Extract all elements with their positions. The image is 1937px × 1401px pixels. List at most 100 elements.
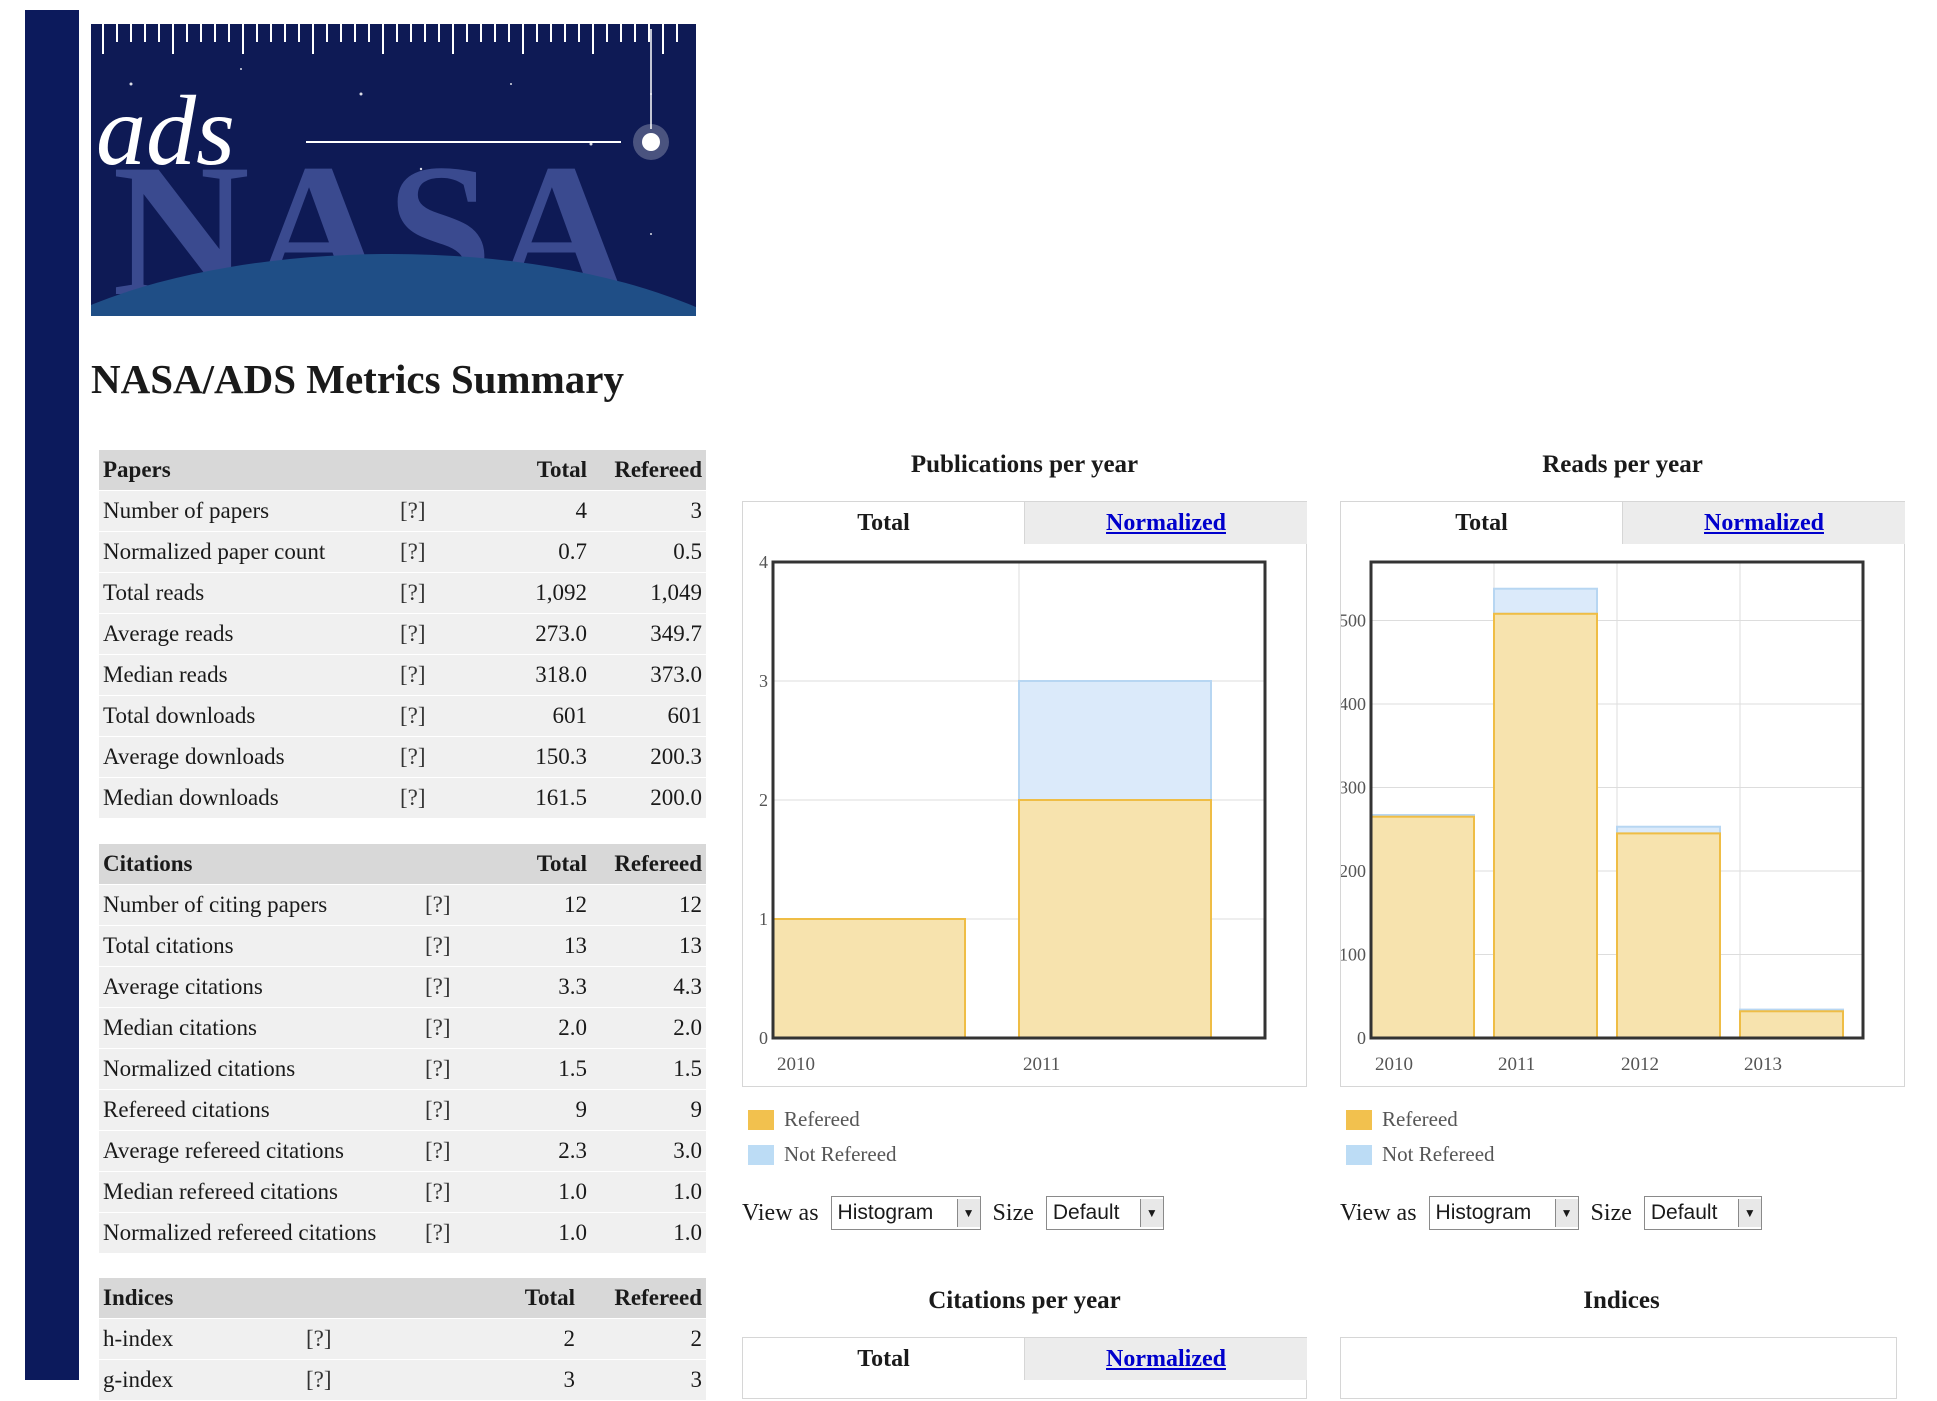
y-tick-label: 200 bbox=[1341, 861, 1366, 881]
refereed-value: 12 bbox=[591, 884, 706, 926]
x-tick-label: 2010 bbox=[1375, 1054, 1413, 1075]
normalized-link[interactable]: Normalized bbox=[1704, 510, 1824, 536]
reads-chart: 2010 2011 2012 2013 0 100 200 300 400 500 bbox=[1341, 560, 1865, 1075]
help-link[interactable]: [?] bbox=[421, 925, 531, 967]
indices-chart-title: Indices bbox=[1583, 1287, 1660, 1314]
refereed-value: 200.0 bbox=[591, 777, 706, 819]
refereed-value: 1.0 bbox=[591, 1171, 706, 1213]
help-link[interactable]: [?] bbox=[396, 613, 506, 655]
bar-refereed bbox=[1493, 612, 1598, 1039]
total-value: 318.0 bbox=[506, 654, 591, 696]
row-label: Normalized paper count bbox=[99, 531, 396, 573]
chevron-down-icon: ▼ bbox=[956, 1199, 980, 1227]
total-value: 1.0 bbox=[531, 1212, 591, 1254]
bar-refereed bbox=[1018, 799, 1212, 1039]
tab-normalized[interactable]: Normalized bbox=[1024, 502, 1307, 544]
header-total: Total bbox=[506, 449, 591, 491]
normalized-link[interactable]: Normalized bbox=[1106, 1346, 1226, 1372]
total-value: 273.0 bbox=[506, 613, 591, 655]
y-tick-label: 500 bbox=[1341, 610, 1366, 630]
reads-legend: Refereed Not Refereed bbox=[1346, 1102, 1495, 1172]
size-select[interactable]: Default ▼ bbox=[1643, 1196, 1762, 1230]
size-label: Size bbox=[1590, 1199, 1632, 1226]
help-link[interactable]: [?] bbox=[302, 1318, 452, 1360]
y-tick-label: 2 bbox=[759, 790, 768, 810]
row-label: Total downloads bbox=[99, 695, 396, 737]
tab-total[interactable]: Total bbox=[743, 502, 1024, 544]
total-value: 2.0 bbox=[531, 1007, 591, 1049]
total-value: 1,092 bbox=[506, 572, 591, 614]
tab-normalized[interactable]: Normalized bbox=[1024, 1338, 1307, 1380]
row-label: Number of citing papers bbox=[99, 884, 421, 926]
refereed-value: 0.5 bbox=[591, 531, 706, 573]
total-value: 1.5 bbox=[531, 1048, 591, 1090]
x-tick-label: 2011 bbox=[1498, 1054, 1535, 1075]
table-row: Average refereed citations [?] 2.3 3.0 bbox=[99, 1130, 706, 1172]
table-row: Total reads [?] 1,092 1,049 bbox=[99, 572, 706, 614]
refereed-value: 373.0 bbox=[591, 654, 706, 696]
table-header-row: Citations Total Refereed bbox=[99, 843, 706, 885]
y-tick-label: 1 bbox=[759, 909, 768, 929]
table-row: Number of citing papers [?] 12 12 bbox=[99, 884, 706, 926]
help-link[interactable]: [?] bbox=[396, 654, 506, 696]
view-as-select[interactable]: Histogram ▼ bbox=[830, 1196, 981, 1230]
help-link[interactable]: [?] bbox=[396, 736, 506, 778]
help-link[interactable]: [?] bbox=[421, 1212, 531, 1254]
indices-table: Indices Total Refereed h-index [?] 2 2 g-ind… bbox=[99, 1277, 706, 1401]
help-link[interactable]: [?] bbox=[396, 490, 506, 532]
table-row: Total downloads [?] 601 601 bbox=[99, 695, 706, 737]
total-value: 2.3 bbox=[531, 1130, 591, 1172]
tab-total[interactable]: Total bbox=[743, 1338, 1024, 1380]
help-link[interactable]: [?] bbox=[421, 1171, 531, 1213]
help-link[interactable]: [?] bbox=[421, 1048, 531, 1090]
normalized-link[interactable]: Normalized bbox=[1106, 510, 1226, 536]
ads-nasa-logo[interactable]: NASA ads bbox=[91, 24, 696, 316]
reads-chart-title: Reads per year bbox=[1542, 451, 1703, 478]
row-label: Total reads bbox=[99, 572, 396, 614]
legend-item-not-refereed: Not Refereed bbox=[748, 1137, 897, 1172]
table-row: Median refereed citations [?] 1.0 1.0 bbox=[99, 1171, 706, 1213]
help-link[interactable]: [?] bbox=[396, 695, 506, 737]
table-row: g-index [?] 3 3 bbox=[99, 1359, 706, 1401]
help-link[interactable]: [?] bbox=[396, 531, 506, 573]
x-tick-label: 2011 bbox=[1023, 1054, 1060, 1075]
table-row: Median citations [?] 2.0 2.0 bbox=[99, 1007, 706, 1049]
refereed-value: 2 bbox=[579, 1318, 706, 1360]
row-label: Median reads bbox=[99, 654, 396, 696]
help-link[interactable]: [?] bbox=[396, 572, 506, 614]
y-tick-label: 4 bbox=[759, 552, 768, 572]
header-refereed: Refereed bbox=[591, 843, 706, 885]
header-refereed: Refereed bbox=[579, 1277, 706, 1319]
tab-normalized[interactable]: Normalized bbox=[1622, 502, 1905, 544]
refereed-swatch bbox=[748, 1109, 774, 1130]
help-link[interactable]: [?] bbox=[421, 966, 531, 1008]
size-select[interactable]: Default ▼ bbox=[1045, 1196, 1164, 1230]
help-link[interactable]: [?] bbox=[421, 1130, 531, 1172]
total-value: 150.3 bbox=[506, 736, 591, 778]
table-row: Median reads [?] 318.0 373.0 bbox=[99, 654, 706, 696]
help-link[interactable]: [?] bbox=[421, 1089, 531, 1131]
help-link[interactable]: [?] bbox=[421, 884, 531, 926]
row-label: Average citations bbox=[99, 966, 421, 1008]
help-link[interactable]: [?] bbox=[421, 1007, 531, 1049]
refereed-value: 601 bbox=[591, 695, 706, 737]
total-value: 13 bbox=[531, 925, 591, 967]
header-papers: Papers bbox=[99, 449, 396, 491]
help-link[interactable]: [?] bbox=[396, 777, 506, 819]
refereed-value: 4.3 bbox=[591, 966, 706, 1008]
tab-total[interactable]: Total bbox=[1341, 502, 1622, 544]
total-value: 2 bbox=[452, 1318, 579, 1360]
row-label: Average reads bbox=[99, 613, 396, 655]
bar-refereed bbox=[772, 918, 966, 1039]
row-label: h-index bbox=[99, 1318, 302, 1360]
help-link[interactable]: [?] bbox=[302, 1359, 452, 1401]
not-refereed-swatch bbox=[748, 1144, 774, 1165]
header-refereed: Refereed bbox=[591, 449, 706, 491]
page-title: NASA/ADS Metrics Summary bbox=[91, 356, 624, 402]
table-row: Average reads [?] 273.0 349.7 bbox=[99, 613, 706, 655]
y-tick-label: 400 bbox=[1341, 694, 1366, 714]
row-label: Normalized citations bbox=[99, 1048, 421, 1090]
view-as-select[interactable]: Histogram ▼ bbox=[1428, 1196, 1579, 1230]
refereed-value: 349.7 bbox=[591, 613, 706, 655]
view-as-label: View as bbox=[1340, 1199, 1417, 1226]
